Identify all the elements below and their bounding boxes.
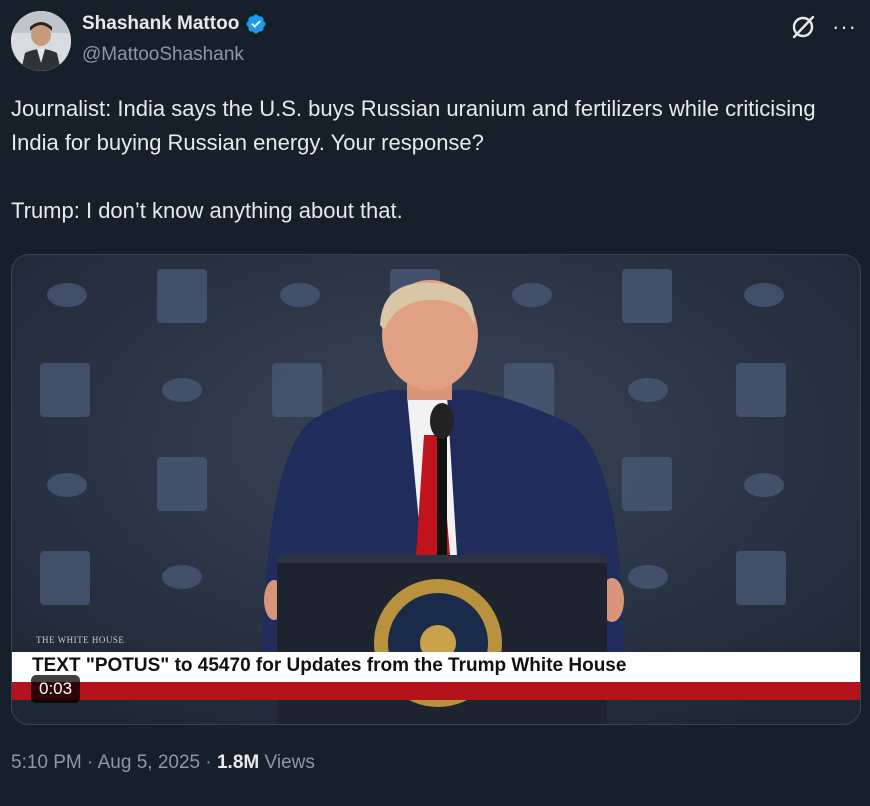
meta-separator: · xyxy=(200,752,217,773)
tweet-date[interactable]: Aug 5, 2025 xyxy=(98,752,200,773)
video-player[interactable]: THE WHITE HOUSE TEXT "POTUS" to 45470 fo… xyxy=(11,254,861,725)
verified-badge-icon xyxy=(246,14,266,34)
video-duration: 0:03 xyxy=(31,675,81,703)
views-count: 1.8M xyxy=(216,752,260,773)
tweet-text: Journalist: India says the U.S. buys Rus… xyxy=(11,96,816,223)
more-icon[interactable]: ··· xyxy=(832,14,857,40)
meta-separator: · xyxy=(81,752,98,773)
white-house-watermark: THE WHITE HOUSE xyxy=(36,635,125,645)
news-ticker: TEXT "POTUS" to 45470 for Updates from t… xyxy=(12,652,860,682)
avatar[interactable] xyxy=(11,11,71,71)
author-name-text[interactable]: Shashank Mattoo xyxy=(82,13,239,35)
grok-icon[interactable] xyxy=(789,13,817,41)
tweet-meta: 5:10 PM · Aug 5, 2025 · 1.8M Views xyxy=(11,752,315,774)
views-label: Views xyxy=(264,752,315,773)
author-name[interactable]: Shashank Mattoo xyxy=(82,13,267,35)
avatar-image xyxy=(11,11,71,71)
author-handle[interactable]: @MattooShashank xyxy=(82,44,244,66)
ticker-text: TEXT "POTUS" to 45470 for Updates from t… xyxy=(32,655,627,676)
tweet-time[interactable]: 5:10 PM xyxy=(11,752,82,773)
ticker-stripe xyxy=(12,682,860,700)
